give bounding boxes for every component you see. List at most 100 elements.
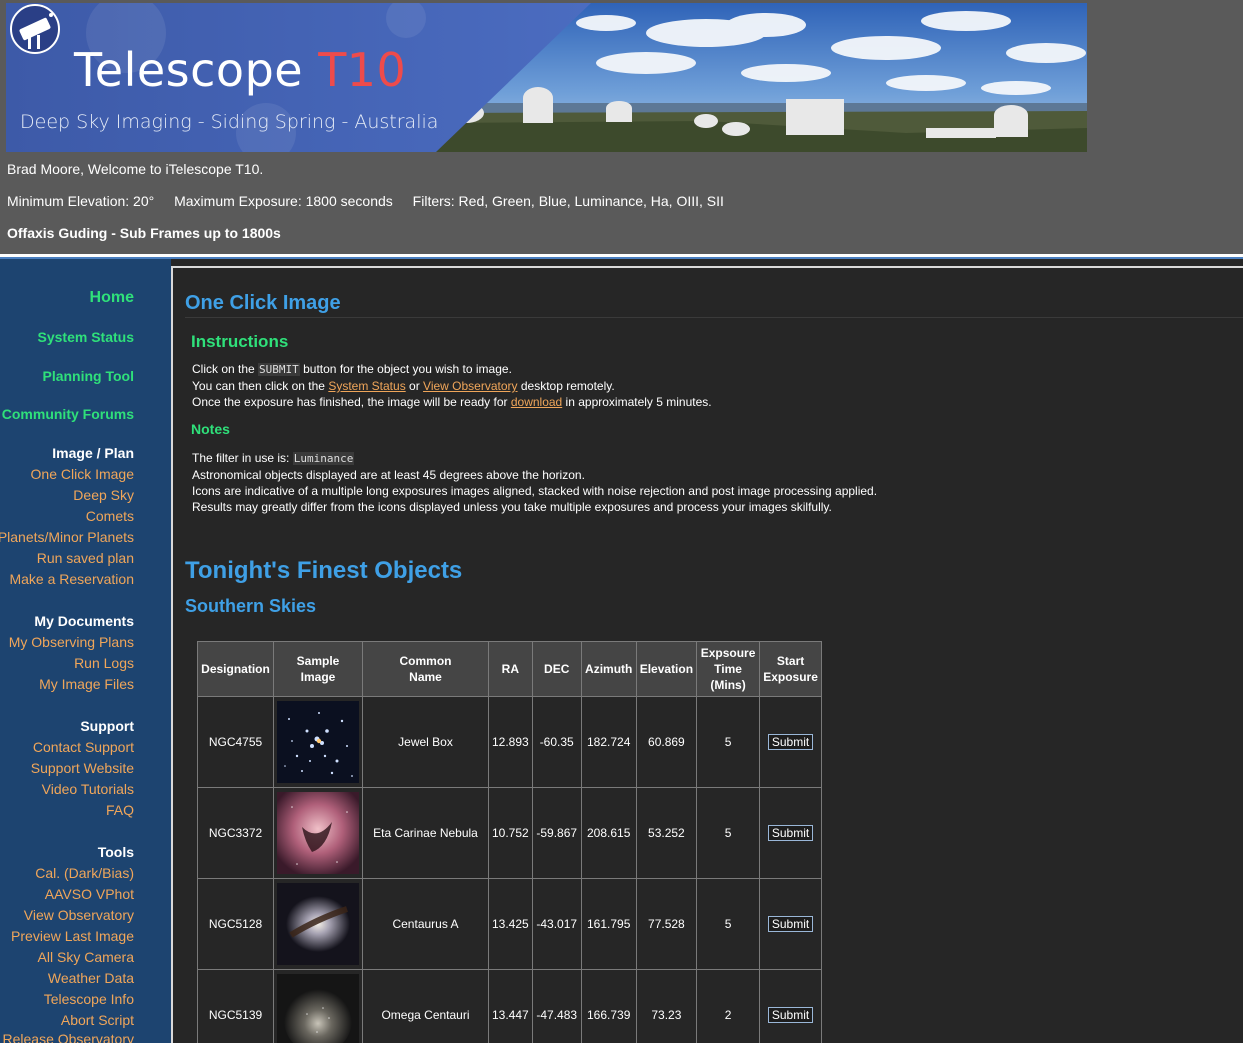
elevation-cell: 53.252 — [635, 787, 698, 879]
exposure-time-cell: 5 — [696, 878, 761, 970]
sidebar-item-abort-script[interactable]: Abort Script — [61, 1012, 134, 1028]
sidebar-item-aavso-vphot[interactable]: AAVSO VPhot — [45, 886, 134, 902]
ra-cell: 10.752 — [488, 787, 533, 879]
max-exposure: Maximum Exposure: 1800 seconds — [174, 193, 393, 209]
common-name-cell: Centaurus A — [362, 878, 489, 970]
sidebar-item-contact-support[interactable]: Contact Support — [33, 739, 134, 755]
col-start-exposure: Start Exposure — [759, 641, 823, 697]
sidebar-item-one-click-image[interactable]: One Click Image — [31, 466, 134, 482]
sample-image-cell — [273, 696, 363, 788]
sidebar-item-support-website[interactable]: Support Website — [31, 760, 134, 776]
sidebar-section-image-plan: Image / Plan — [52, 445, 134, 461]
download-link[interactable]: download — [511, 395, 562, 409]
sidebar-item-my-image-files[interactable]: My Image Files — [39, 676, 134, 692]
filters-list: Filters: Red, Green, Blue, Luminance, Ha… — [412, 193, 724, 209]
start-exposure-cell: Submit — [759, 969, 823, 1043]
southern-skies-heading: Southern Skies — [185, 596, 317, 616]
instruction-line-3: Once the exposure has finished, the imag… — [192, 395, 712, 409]
exposure-time-cell: 5 — [696, 696, 761, 788]
col-dec: DEC — [531, 641, 582, 697]
dec-cell: -43.017 — [531, 878, 582, 970]
col-ra: RA — [488, 641, 533, 697]
dec-cell: -47.483 — [531, 969, 582, 1043]
common-name-cell: Jewel Box — [362, 696, 489, 788]
notes-text: The filter in use is: Luminance Astronom… — [192, 450, 877, 515]
sidebar-item-calibration[interactable]: Cal. (Dark/Bias) — [35, 865, 134, 881]
banner-title: Telescope T10 — [74, 43, 407, 97]
dec-cell: -60.35 — [531, 696, 582, 788]
centaurus-a-thumbnail[interactable] — [277, 883, 359, 965]
sidebar-item-system-status[interactable]: System Status — [38, 329, 134, 345]
sidebar-item-planning-tool[interactable]: Planning Tool — [42, 368, 134, 384]
table-row: NGC5139 Omega Centauri 13.447 -47.483 16… — [197, 969, 823, 1043]
header-divider-accent — [0, 257, 1243, 259]
table-header-row: Designation Sample Image Common Name RA DE… — [197, 641, 823, 697]
ra-cell: 12.893 — [488, 696, 533, 788]
submit-button-ngc3372[interactable]: Submit — [767, 825, 814, 841]
col-sample-image: Sample Image — [273, 641, 363, 697]
exposure-time-cell: 5 — [696, 787, 761, 879]
min-elevation: Minimum Elevation: 20° — [7, 193, 155, 209]
sidebar-item-run-saved-plan[interactable]: Run saved plan — [37, 550, 134, 566]
col-exposure-time: Expsoure Time (Mins) — [696, 641, 761, 697]
note-line-3: Icons are indicative of a multiple long … — [192, 484, 878, 498]
sidebar-item-telescope-info[interactable]: Telescope Info — [44, 991, 134, 1007]
sidebar-section-tools: Tools — [97, 844, 134, 860]
sample-image-cell — [273, 787, 363, 879]
dec-cell: -59.867 — [531, 787, 582, 879]
sidebar-item-my-observing-plans[interactable]: My Observing Plans — [9, 634, 134, 650]
sidebar-item-make-reservation[interactable]: Make a Reservation — [9, 571, 134, 587]
note-line-4: Results may greatly differ from the icon… — [192, 500, 832, 514]
note-line-1: The filter in use is: Luminance — [192, 451, 355, 465]
sidebar-nav: Home System Status Planning Tool Communi… — [0, 259, 171, 1043]
sample-image-cell — [273, 969, 363, 1043]
eta-carinae-thumbnail[interactable] — [277, 792, 359, 874]
ra-cell: 13.447 — [488, 969, 533, 1043]
azimuth-cell: 166.739 — [580, 969, 637, 1043]
instructions-text: Click on the SUBMIT button for the objec… — [192, 361, 712, 410]
sidebar-item-weather-data[interactable]: Weather Data — [48, 970, 134, 986]
sidebar-item-home[interactable]: Home — [90, 289, 134, 307]
filter-code: Luminance — [292, 452, 355, 465]
sidebar-item-preview-last-image[interactable]: Preview Last Image — [11, 928, 134, 944]
common-name-cell: Eta Carinae Nebula — [362, 787, 489, 879]
sidebar-item-release-observatory[interactable]: Release Observatory — [2, 1031, 134, 1043]
system-status-link[interactable]: System Status — [328, 379, 405, 393]
sidebar-item-run-logs[interactable]: Run Logs — [74, 655, 134, 671]
sidebar-item-comets[interactable]: Comets — [86, 508, 134, 524]
objects-table: Designation Sample Image Common Name RA DE… — [197, 641, 823, 1043]
main-content: One Click Image Instructions Click on th… — [171, 266, 1243, 1043]
sidebar-item-video-tutorials[interactable]: Video Tutorials — [42, 781, 134, 797]
page-title: One Click Image — [185, 292, 341, 314]
start-exposure-cell: Submit — [759, 878, 823, 970]
title-rule — [185, 317, 1243, 318]
sidebar-item-planets[interactable]: Planets/Minor Planets — [0, 529, 134, 545]
col-azimuth: Azimuth — [580, 641, 637, 697]
sidebar-item-community-forums[interactable]: Community Forums — [2, 406, 134, 422]
azimuth-cell: 161.795 — [580, 878, 637, 970]
jewel-box-thumbnail[interactable] — [277, 701, 359, 783]
submit-button-ngc5128[interactable]: Submit — [767, 916, 814, 932]
finest-objects-heading: Tonight's Finest Objects — [185, 557, 463, 584]
banner-subtitle: Deep Sky Imaging - Siding Spring - Austr… — [20, 111, 439, 133]
note-line-2: Astronomical objects displayed are at le… — [192, 468, 585, 482]
sidebar-item-faq[interactable]: FAQ — [106, 802, 134, 818]
sidebar-section-my-documents: My Documents — [34, 613, 134, 629]
instruction-line-1: Click on the SUBMIT button for the objec… — [192, 362, 512, 376]
omega-centauri-thumbnail[interactable] — [277, 974, 359, 1043]
common-name-cell: Omega Centauri — [362, 969, 489, 1043]
submit-button-ngc5139[interactable]: Submit — [767, 1007, 814, 1023]
sidebar-item-view-observatory[interactable]: View Observatory — [24, 907, 134, 923]
banner-image: Telescope T10 Deep Sky Imaging - Siding … — [6, 3, 1087, 152]
sidebar-item-all-sky-camera[interactable]: All Sky Camera — [38, 949, 134, 965]
instructions-heading: Instructions — [191, 332, 289, 351]
view-observatory-link[interactable]: View Observatory — [423, 379, 517, 393]
sidebar-item-deep-sky[interactable]: Deep Sky — [73, 487, 134, 503]
table-row: NGC5128 Centaurus A 13.425 -43.017 161.7… — [197, 878, 823, 970]
telescope-specs: Minimum Elevation: 20° Maximum Exposure:… — [7, 193, 740, 209]
table-row: NGC4755 Jewel Box 12.893 -60.35 182.724 … — [197, 696, 823, 788]
col-elevation: Elevation — [635, 641, 698, 697]
submit-button-ngc4755[interactable]: Submit — [767, 734, 814, 750]
elevation-cell: 77.528 — [635, 878, 698, 970]
exposure-time-cell: 2 — [696, 969, 761, 1043]
